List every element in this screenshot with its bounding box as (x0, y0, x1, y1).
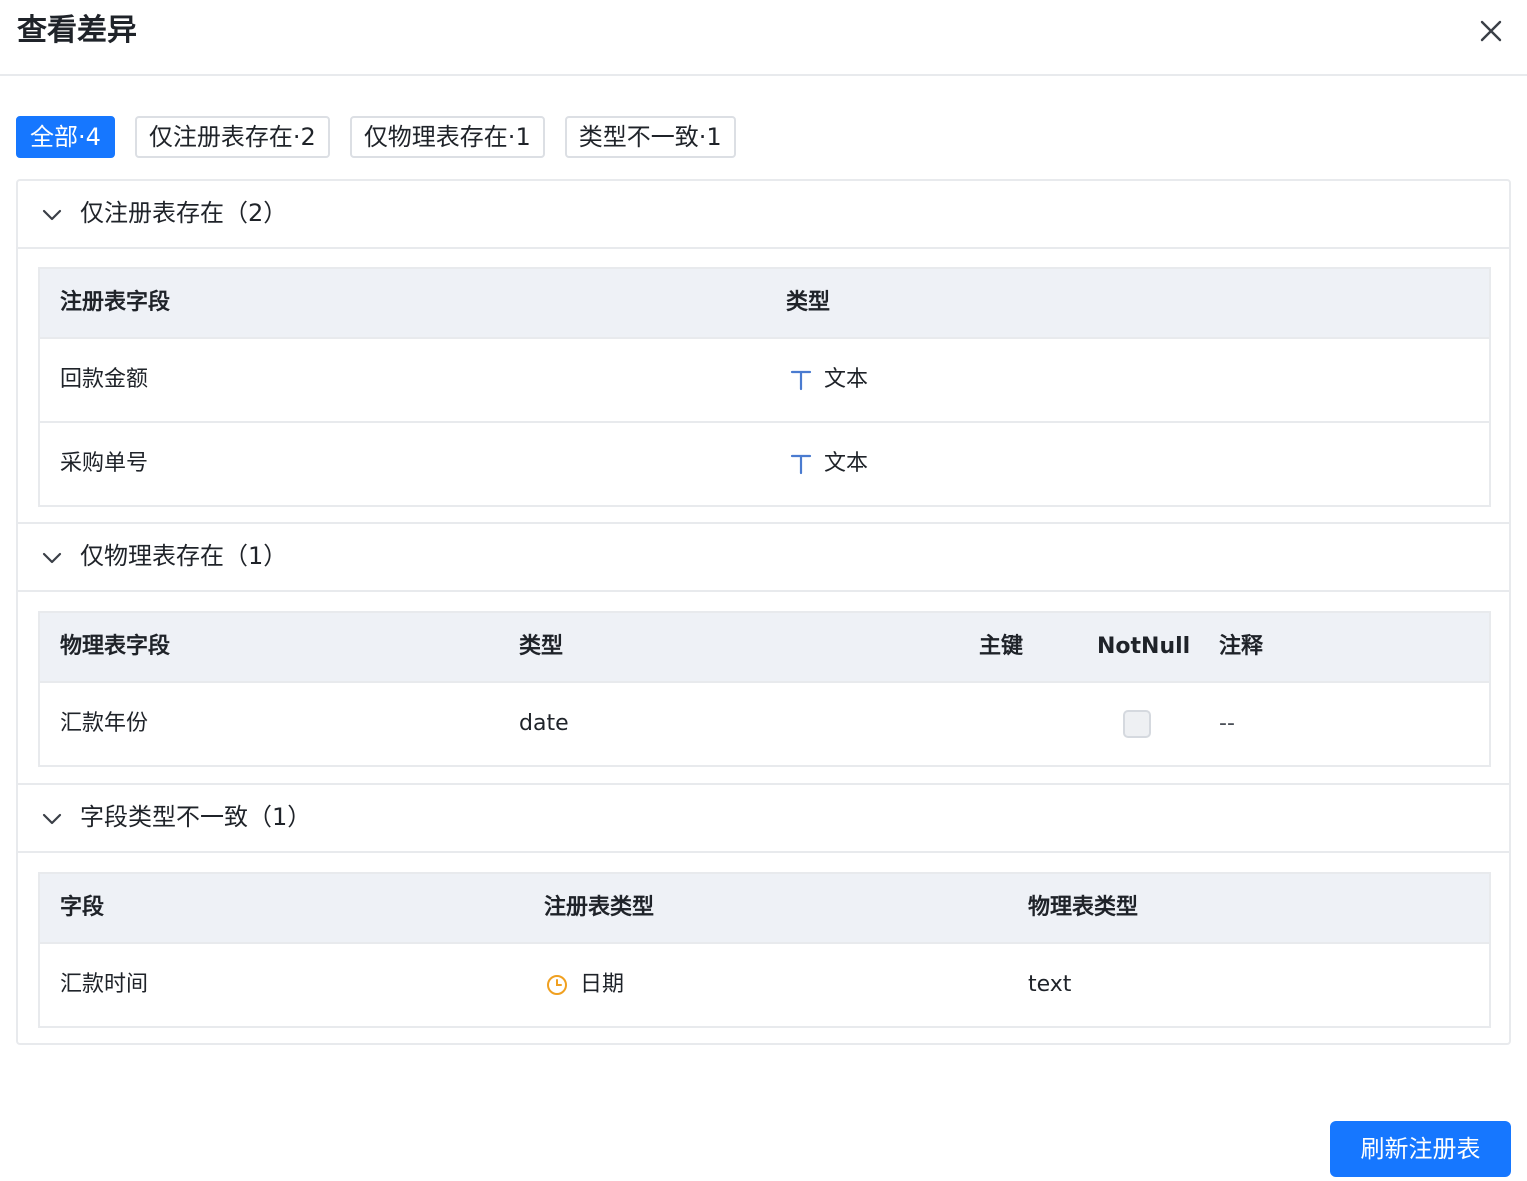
type-label: 文本 (824, 367, 869, 392)
column-header: 注释 (1219, 634, 1264, 659)
refresh-registry-button[interactable]: 刷新注册表 (1330, 1121, 1511, 1177)
column-header: 字段 (60, 895, 105, 920)
chevron-down-icon (42, 813, 62, 825)
column-header: 物理表类型 (1028, 895, 1139, 920)
text-type-icon (790, 454, 812, 475)
close-icon (1480, 20, 1502, 42)
type-cell: 文本 (790, 423, 868, 505)
filter-registry-only[interactable]: 仅注册表存在·2 (134, 116, 330, 158)
section-title: 字段类型不一致（1） (80, 803, 312, 831)
registry-type-cell: 日期 (546, 944, 624, 1026)
section-header-registry-only[interactable]: 仅注册表存在（2） (18, 181, 1509, 249)
dialog-title: 查看差异 (17, 13, 137, 48)
registry-type-label: 日期 (580, 972, 625, 997)
filter-type-mismatch[interactable]: 类型不一致·1 (564, 116, 736, 158)
close-button[interactable] (1477, 16, 1505, 46)
table-header: 注册表字段 类型 (40, 269, 1489, 337)
table-row: 汇款年份 date -- (40, 681, 1489, 765)
column-header: NotNull (1097, 634, 1191, 659)
type-cell: 文本 (790, 339, 868, 421)
diff-dialog: 查看差异 全部·4 仅注册表存在·2 仅物理表存在·1 类型不一致·1 仅注册表… (0, 0, 1527, 1181)
chevron-down-icon (42, 552, 62, 564)
section-title: 仅物理表存在（1） (80, 542, 288, 570)
section-header-type-mismatch[interactable]: 字段类型不一致（1） (18, 785, 1509, 853)
notnull-checkbox[interactable] (1123, 710, 1151, 738)
column-header: 注册表类型 (544, 895, 655, 920)
column-header: 类型 (519, 634, 564, 659)
table-header: 字段 注册表类型 物理表类型 (40, 874, 1489, 942)
field-name: 采购单号 (60, 451, 149, 476)
clock-icon (547, 975, 567, 995)
column-header: 主键 (979, 634, 1024, 659)
table-row: 采购单号 文本 (40, 421, 1489, 505)
filter-physical-only[interactable]: 仅物理表存在·1 (349, 116, 545, 158)
physical-type-label: text (1028, 972, 1072, 997)
table-row: 汇款时间 日期 text (40, 942, 1489, 1026)
type-label: date (519, 711, 569, 736)
registry-only-table: 注册表字段 类型 回款金额 文本 采购单号 文本 (38, 267, 1491, 507)
column-header: 类型 (786, 290, 831, 315)
comment-value: -- (1219, 711, 1235, 736)
table-row: 回款金额 文本 (40, 337, 1489, 421)
dialog-header: 查看差异 (0, 0, 1527, 76)
field-name: 汇款时间 (60, 972, 149, 997)
section-title: 仅注册表存在（2） (80, 199, 288, 227)
filter-all[interactable]: 全部·4 (16, 116, 115, 158)
field-name: 回款金额 (60, 367, 149, 392)
table-header: 物理表字段 类型 主键 NotNull 注释 (40, 613, 1489, 681)
type-label: 文本 (824, 451, 869, 476)
type-mismatch-table: 字段 注册表类型 物理表类型 汇款时间 日期 text (38, 872, 1491, 1028)
physical-only-table: 物理表字段 类型 主键 NotNull 注释 汇款年份 date -- (38, 611, 1491, 767)
section-header-physical-only[interactable]: 仅物理表存在（1） (18, 524, 1509, 592)
column-header: 注册表字段 (60, 290, 171, 315)
column-header: 物理表字段 (60, 634, 171, 659)
diff-panel: 仅注册表存在（2） 注册表字段 类型 回款金额 文本 采购单号 文本 仅物理表存… (16, 179, 1511, 1045)
filter-tabs: 全部·4 仅注册表存在·2 仅物理表存在·1 类型不一致·1 (16, 116, 756, 158)
chevron-down-icon (42, 209, 62, 221)
text-type-icon (790, 370, 812, 391)
field-name: 汇款年份 (60, 711, 149, 736)
